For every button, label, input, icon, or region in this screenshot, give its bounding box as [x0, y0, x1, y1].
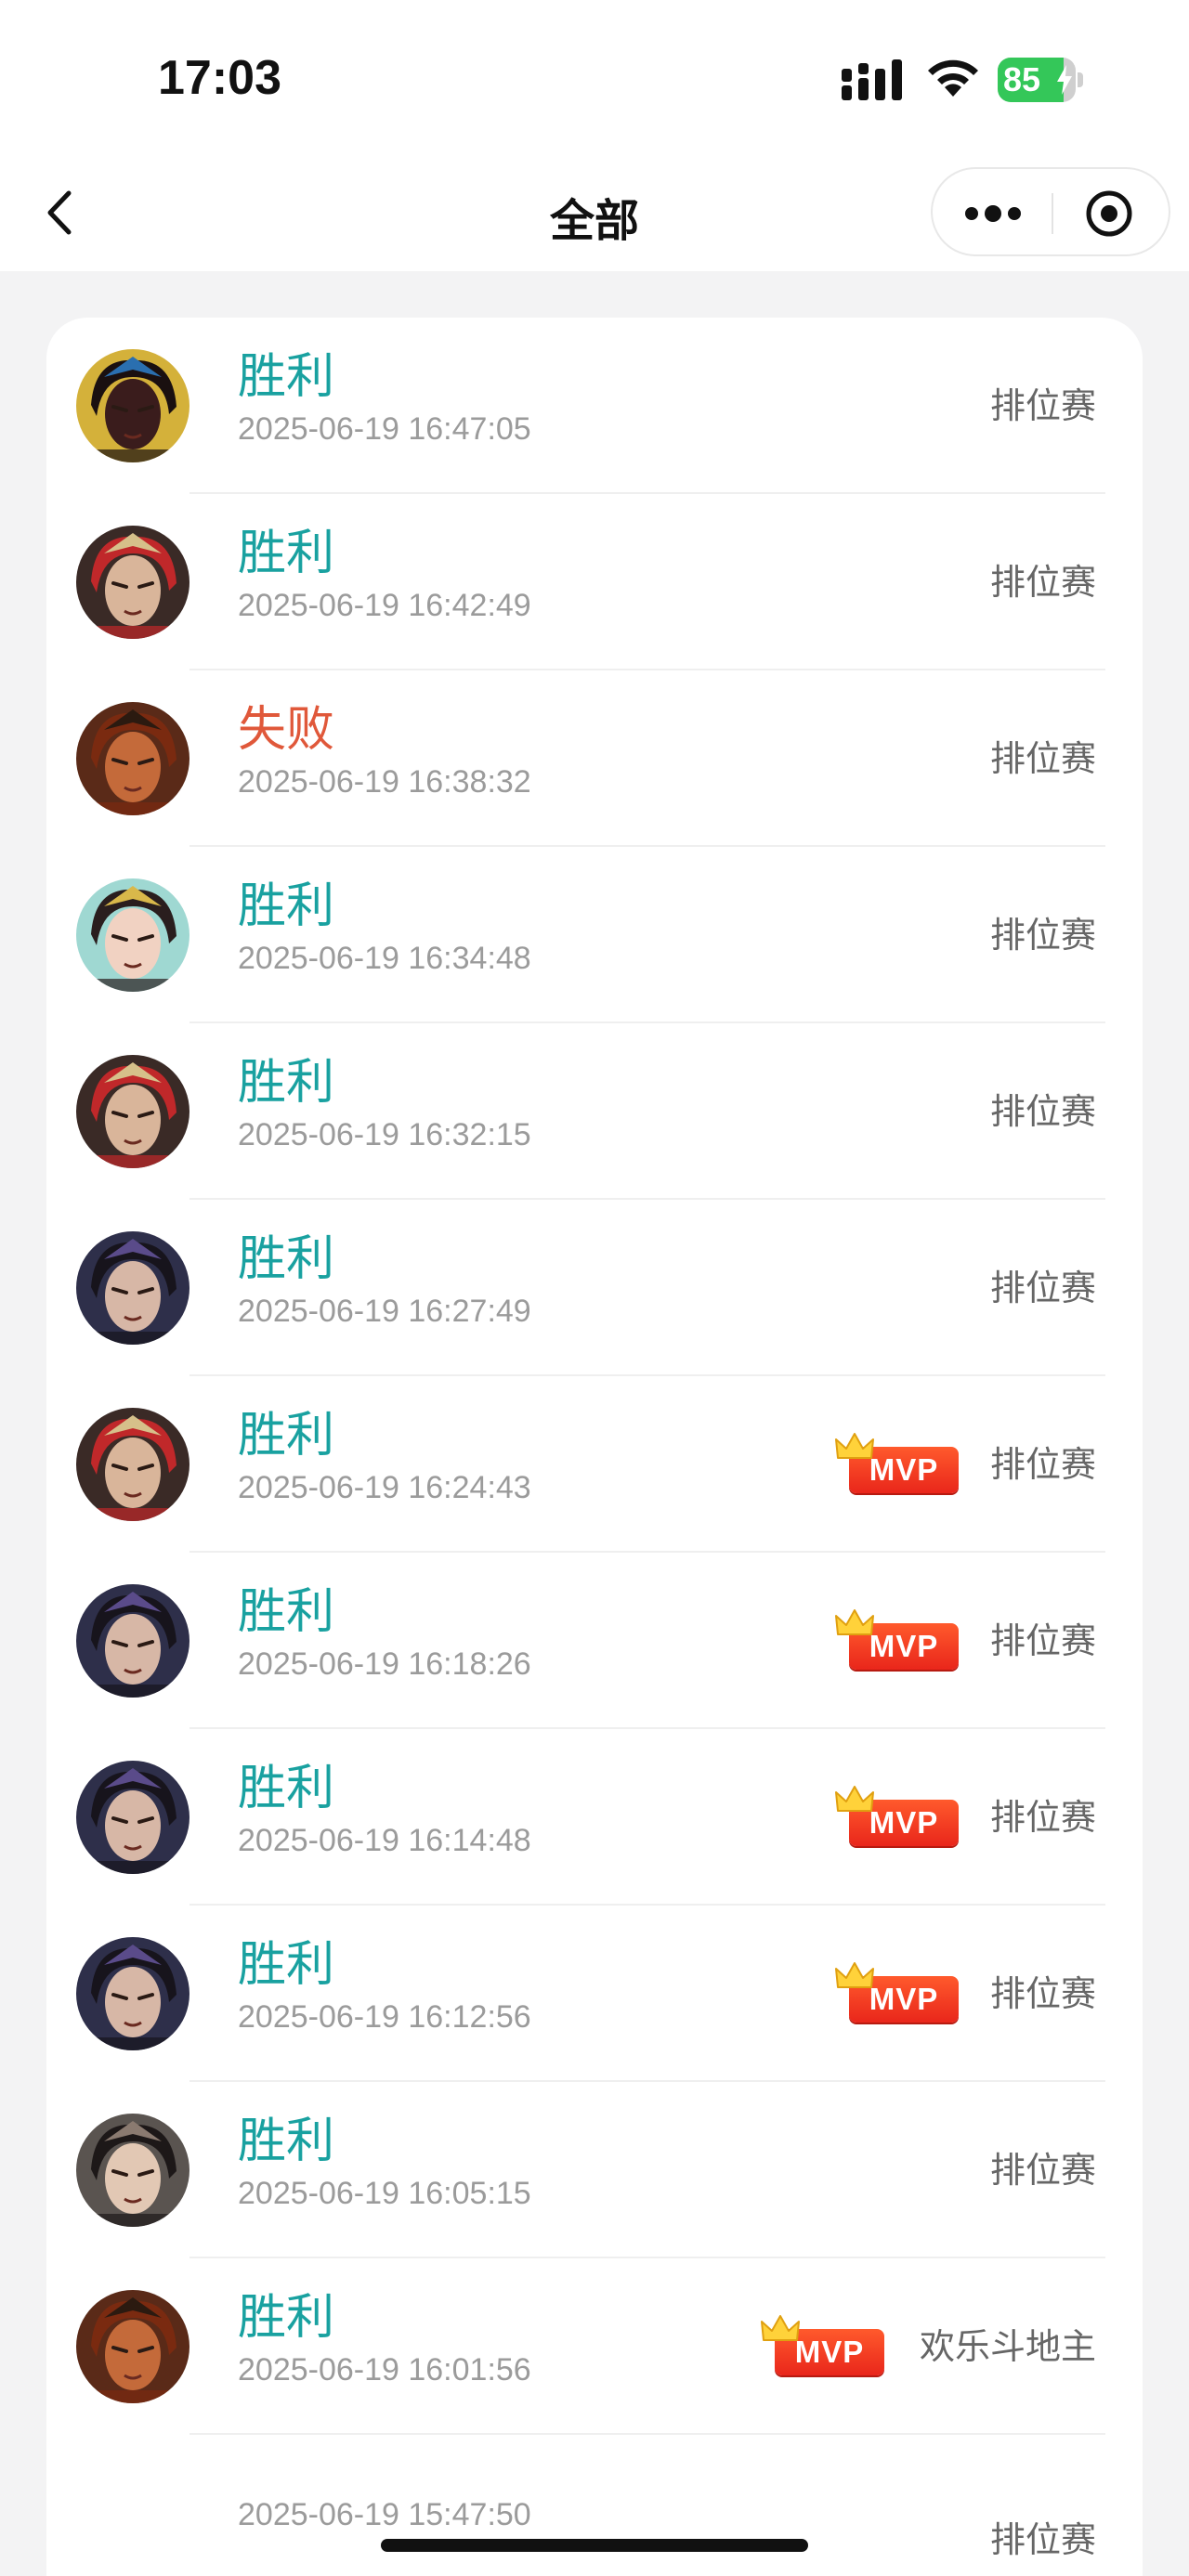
cellular-signal-icon [842, 59, 902, 100]
match-mode: 排位赛 [989, 1091, 1096, 1132]
hero-avatar [76, 1055, 189, 1168]
crown-icon [835, 1609, 874, 1635]
crown-icon [761, 2315, 800, 2341]
hero-avatar [76, 1408, 189, 1521]
match-time: 2025-06-19 16:24:43 [238, 1470, 531, 1505]
match-time: 2025-06-19 15:47:50 [238, 2497, 531, 2532]
match-time: 2025-06-19 16:27:49 [238, 1294, 531, 1329]
hero-avatar [76, 1937, 189, 2050]
match-result: 胜利 [238, 1408, 335, 1464]
match-mode: 排位赛 [989, 915, 1096, 956]
match-time: 2025-06-19 16:32:15 [238, 1117, 531, 1152]
mini-program-capsule [931, 167, 1170, 256]
match-mode: 排位赛 [989, 562, 1096, 603]
match-result: 胜利 [238, 2114, 335, 2169]
match-mode: 排位赛 [989, 1444, 1096, 1485]
match-result: 胜利 [238, 878, 335, 934]
match-row[interactable]: 胜利 2025-06-19 16:32:15 排位赛 [46, 1023, 1143, 1200]
hero-avatar [76, 1761, 189, 1874]
match-time: 2025-06-19 16:05:15 [238, 2176, 531, 2211]
match-mode: 排位赛 [989, 385, 1096, 426]
charging-bolt-icon [1057, 65, 1072, 95]
match-row[interactable]: 胜利 2025-06-19 16:27:49 排位赛 [46, 1200, 1143, 1376]
mvp-badge: MVP [834, 1785, 959, 1850]
match-history-list: 胜利 2025-06-19 16:47:05 排位赛 胜利 2025-06-19 16… [46, 318, 1143, 2576]
navigation-bar: 全部 [0, 158, 1189, 271]
match-row[interactable]: 胜利 2025-06-19 16:47:05 排位赛 [46, 318, 1143, 494]
match-row[interactable]: 失败 2025-06-19 16:38:32 排位赛 [46, 670, 1143, 847]
mvp-badge: MVP [834, 1432, 959, 1497]
match-row[interactable]: 胜利 2025-06-19 16:34:48 排位赛 [46, 847, 1143, 1023]
hero-avatar [76, 526, 189, 639]
match-result: 胜利 [238, 1937, 335, 1993]
mvp-badge: MVP [834, 1608, 959, 1673]
match-mode: 欢乐斗地主 [919, 2326, 1096, 2367]
match-result: 胜利 [238, 1231, 335, 1287]
capsule-divider [1052, 193, 1053, 234]
crown-icon [835, 1786, 874, 1812]
match-mode: 排位赛 [989, 1268, 1096, 1308]
status-bar: 17:03 85 [0, 0, 1189, 158]
match-result: 胜利 [238, 349, 335, 405]
battery-indicator: 85 [998, 58, 1083, 102]
match-row[interactable]: 胜利 2025-06-19 16:24:43 排位赛 MVP [46, 1376, 1143, 1553]
match-row[interactable]: 2025-06-19 15:47:50 排位赛 [46, 2435, 1143, 2576]
match-time: 2025-06-19 16:38:32 [238, 764, 531, 800]
crown-icon [835, 1433, 874, 1459]
hero-avatar [76, 2290, 189, 2403]
status-time: 17:03 [158, 51, 281, 105]
match-time: 2025-06-19 16:14:48 [238, 1823, 531, 1858]
match-row[interactable]: 胜利 2025-06-19 16:05:15 排位赛 [46, 2082, 1143, 2258]
match-mode: 排位赛 [989, 1797, 1096, 1838]
match-result: 胜利 [238, 526, 335, 581]
hero-avatar [76, 349, 189, 462]
target-close-icon[interactable] [1081, 186, 1137, 241]
match-row[interactable]: 胜利 2025-06-19 16:01:56 欢乐斗地主 MVP [46, 2258, 1143, 2435]
match-mode: 排位赛 [989, 738, 1096, 779]
hero-avatar [76, 2114, 189, 2227]
more-dots-icon[interactable] [953, 188, 1033, 240]
match-mode: 排位赛 [989, 1973, 1096, 2014]
match-row[interactable]: 胜利 2025-06-19 16:14:48 排位赛 MVP [46, 1729, 1143, 1906]
match-time: 2025-06-19 16:18:26 [238, 1646, 531, 1682]
match-mode: 排位赛 [989, 2519, 1096, 2560]
crown-icon [835, 1962, 874, 1988]
match-result: 胜利 [238, 1761, 335, 1816]
match-row[interactable]: 胜利 2025-06-19 16:18:26 排位赛 MVP [46, 1553, 1143, 1729]
hero-avatar [76, 1231, 189, 1345]
wifi-icon [928, 59, 978, 97]
home-indicator [381, 2539, 808, 2552]
match-time: 2025-06-19 16:12:56 [238, 1999, 531, 2035]
match-time: 2025-06-19 16:42:49 [238, 588, 531, 623]
match-row[interactable]: 胜利 2025-06-19 16:12:56 排位赛 MVP [46, 1906, 1143, 2082]
match-time: 2025-06-19 16:01:56 [238, 2352, 531, 2387]
hero-avatar [76, 878, 189, 992]
match-row[interactable]: 胜利 2025-06-19 16:42:49 排位赛 [46, 494, 1143, 670]
match-mode: 排位赛 [989, 1620, 1096, 1661]
match-mode: 排位赛 [989, 2150, 1096, 2191]
hero-avatar [76, 1584, 189, 1698]
hero-avatar [76, 702, 189, 815]
match-result: 失败 [238, 702, 335, 758]
mvp-badge: MVP [834, 1961, 959, 2026]
match-time: 2025-06-19 16:34:48 [238, 941, 531, 976]
match-result: 胜利 [238, 1055, 335, 1111]
mvp-badge: MVP [760, 2314, 884, 2379]
match-result: 胜利 [238, 1584, 335, 1640]
match-time: 2025-06-19 16:47:05 [238, 411, 531, 447]
match-result: 胜利 [238, 2290, 335, 2346]
